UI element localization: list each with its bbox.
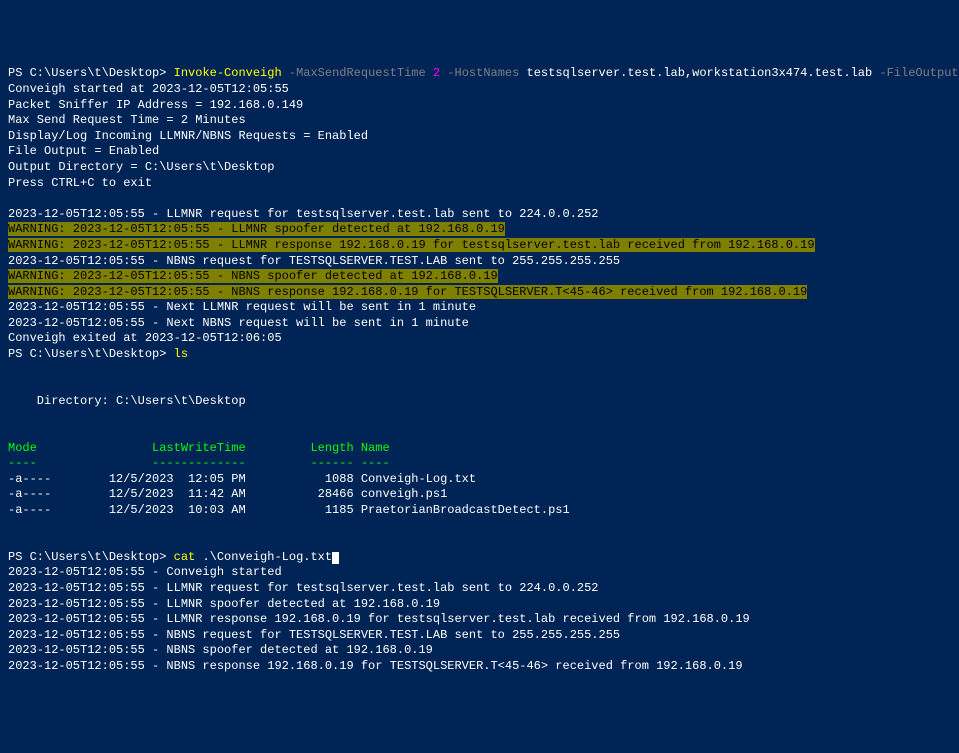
param-hostnames: -HostNames [440, 66, 526, 80]
prompt-1: PS C:\Users\t\Desktop> Invoke-Conveigh -… [8, 66, 959, 80]
ls-header: Mode LastWriteTime Length Name [8, 441, 390, 455]
log-line: 2023-12-05T12:05:55 - LLMNR request for … [8, 207, 599, 221]
cat-line: 2023-12-05T12:05:55 - NBNS spoofer detec… [8, 643, 433, 657]
ls-row: -a---- 12/5/2023 11:42 AM 28466 conveigh… [8, 487, 447, 501]
cat-arg: .\Conveigh-Log.txt [195, 550, 332, 564]
cursor [332, 552, 339, 564]
ls-row: -a---- 12/5/2023 12:05 PM 1088 Conveigh-… [8, 472, 476, 486]
terminal[interactable]: PS C:\Users\t\Desktop> Invoke-Conveigh -… [8, 66, 951, 674]
param-fileoutput: -FileOutput [872, 66, 959, 80]
startup-line: Conveigh started at 2023-12-05T12:05:55 [8, 82, 289, 96]
cmdlet-name: Invoke-Conveigh [174, 66, 282, 80]
prompt-path: PS C:\Users\t\Desktop> [8, 66, 174, 80]
log-line: 2023-12-05T12:05:55 - NBNS request for T… [8, 254, 620, 268]
log-line: 2023-12-05T12:05:55 - Next NBNS request … [8, 316, 469, 330]
cat-line: 2023-12-05T12:05:55 - LLMNR response 192… [8, 612, 750, 626]
warning-line: WARNING: 2023-12-05T12:05:55 - LLMNR spo… [8, 222, 505, 236]
cat-line: 2023-12-05T12:05:55 - NBNS response 192.… [8, 659, 743, 673]
log-line: Conveigh exited at 2023-12-05T12:06:05 [8, 331, 282, 345]
warning-line: WARNING: 2023-12-05T12:05:55 - NBNS spoo… [8, 269, 498, 283]
prompt-2: PS C:\Users\t\Desktop> ls [8, 347, 188, 361]
warning-line: WARNING: 2023-12-05T12:05:55 - LLMNR res… [8, 238, 815, 252]
prompt-3: PS C:\Users\t\Desktop> cat .\Conveigh-Lo… [8, 550, 339, 564]
cat-line: 2023-12-05T12:05:55 - NBNS request for T… [8, 628, 620, 642]
prompt-path: PS C:\Users\t\Desktop> [8, 550, 174, 564]
cat-line: 2023-12-05T12:05:55 - LLMNR request for … [8, 581, 599, 595]
startup-line: Display/Log Incoming LLMNR/NBNS Requests… [8, 129, 368, 143]
cat-line: 2023-12-05T12:05:55 - Conveigh started [8, 565, 282, 579]
param-maxsendrequesttime: -MaxSendRequestTime [282, 66, 433, 80]
dir-header: Directory: C:\Users\t\Desktop [8, 394, 246, 408]
ls-separator: ---- ------------- ------ ---- [8, 456, 390, 470]
cat-command: cat [174, 550, 196, 564]
startup-line: Packet Sniffer IP Address = 192.168.0.14… [8, 98, 303, 112]
startup-line: Output Directory = C:\Users\t\Desktop [8, 160, 274, 174]
startup-line: Press CTRL+C to exit [8, 176, 152, 190]
ls-command: ls [174, 347, 188, 361]
ls-row: -a---- 12/5/2023 10:03 AM 1185 Praetoria… [8, 503, 570, 517]
val-hostnames: testsqlserver.test.lab,workstation3x474.… [527, 66, 873, 80]
cat-line: 2023-12-05T12:05:55 - LLMNR spoofer dete… [8, 597, 440, 611]
startup-line: Max Send Request Time = 2 Minutes [8, 113, 246, 127]
startup-line: File Output = Enabled [8, 144, 159, 158]
warning-line: WARNING: 2023-12-05T12:05:55 - NBNS resp… [8, 285, 807, 299]
prompt-path: PS C:\Users\t\Desktop> [8, 347, 174, 361]
log-line: 2023-12-05T12:05:55 - Next LLMNR request… [8, 300, 476, 314]
